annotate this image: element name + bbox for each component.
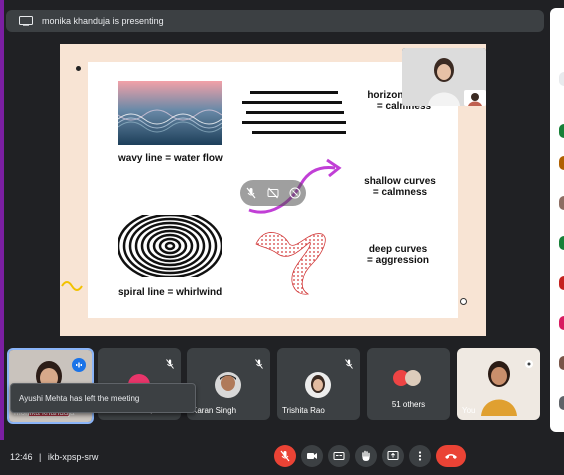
panel-avatar [559,356,564,370]
deep-curve-graphic [255,232,326,295]
mini-self-view[interactable] [464,90,486,106]
participant-name: Karan Singh [192,406,237,415]
participant-tile[interactable]: Karan Singh [187,348,270,420]
tile-controls[interactable] [240,180,306,206]
more-options-button[interactable] [409,445,431,467]
avatar [405,370,421,386]
label-deep: deep curves = aggression [350,244,446,266]
mic-off-icon [254,356,264,374]
toast-text: Ayushi Mehta has left the meeting [19,393,140,403]
label-spiral: spiral line = whirlwind [118,287,223,298]
mic-toggle-button[interactable] [274,445,296,467]
self-tile[interactable]: You [457,348,540,420]
label-shallow: shallow curves = calmness [354,176,446,198]
slide-dot [460,298,467,305]
meeting-info: 12:46 | ikb-xpsp-srw [10,452,98,462]
present-icon [387,451,399,460]
more-options-icon[interactable] [524,356,534,374]
raise-hand-button[interactable] [355,445,377,467]
panel-avatar [559,72,564,86]
clock: 12:46 [10,452,33,462]
end-call-button[interactable] [436,445,466,467]
spiral-image [118,215,222,277]
label-deep-line2: = aggression [367,255,429,266]
wavy-image [118,81,222,145]
label-wavy: wavy line = water flow [118,153,223,164]
participant-name: You [462,406,476,415]
mic-off-icon [344,356,354,374]
presenting-bar[interactable]: monika khanduja is presenting [6,10,544,32]
participant-name: Trishita Rao [282,406,325,415]
mini-person-figure [468,93,482,106]
label-shallow-line2: = calmness [372,187,428,198]
present-button[interactable] [382,445,404,467]
more-icon[interactable] [289,187,301,199]
mic-off-icon[interactable] [245,187,257,199]
panel-avatar [559,276,564,290]
speaking-icon [72,358,86,372]
person-figure [481,361,517,416]
mic-off-icon [165,356,175,374]
notification-toast: Ayushi Mehta has left the meeting [10,383,196,413]
avatar [215,372,241,398]
participant-tile[interactable]: Trishita Rao [277,348,360,420]
avatar [305,372,331,398]
captions-off-icon[interactable] [267,187,279,199]
more-vert-icon [418,451,422,461]
camera-toggle-button[interactable] [301,445,323,467]
mic-off-icon [280,450,290,462]
screen-share-icon [16,14,36,28]
slide-dot [76,66,81,71]
meeting-code: ikb-xpsp-srw [47,452,99,462]
camera-icon [307,453,317,459]
separator: | [39,452,42,462]
panel-avatar [559,236,564,250]
panel-avatar [559,124,564,138]
hang-up-icon [445,454,457,459]
window-edge [0,0,4,475]
panel-avatar [559,196,564,210]
others-tile[interactable]: 51 others [367,348,450,420]
label-deep-line1: deep curves [368,244,428,255]
panel-avatar [559,156,564,170]
captions-icon [333,452,345,460]
person-figure [428,58,460,106]
label-shallow-line1: shallow curves [364,176,436,187]
others-count: 51 others [391,400,426,409]
captions-button[interactable] [328,445,350,467]
panel-avatar [559,316,564,330]
decor-squiggle [61,281,83,291]
horizontal-lines-graphic [242,91,346,134]
hand-icon [362,450,370,461]
presenting-text: monika khanduja is presenting [42,16,164,26]
panel-avatar [559,396,564,410]
